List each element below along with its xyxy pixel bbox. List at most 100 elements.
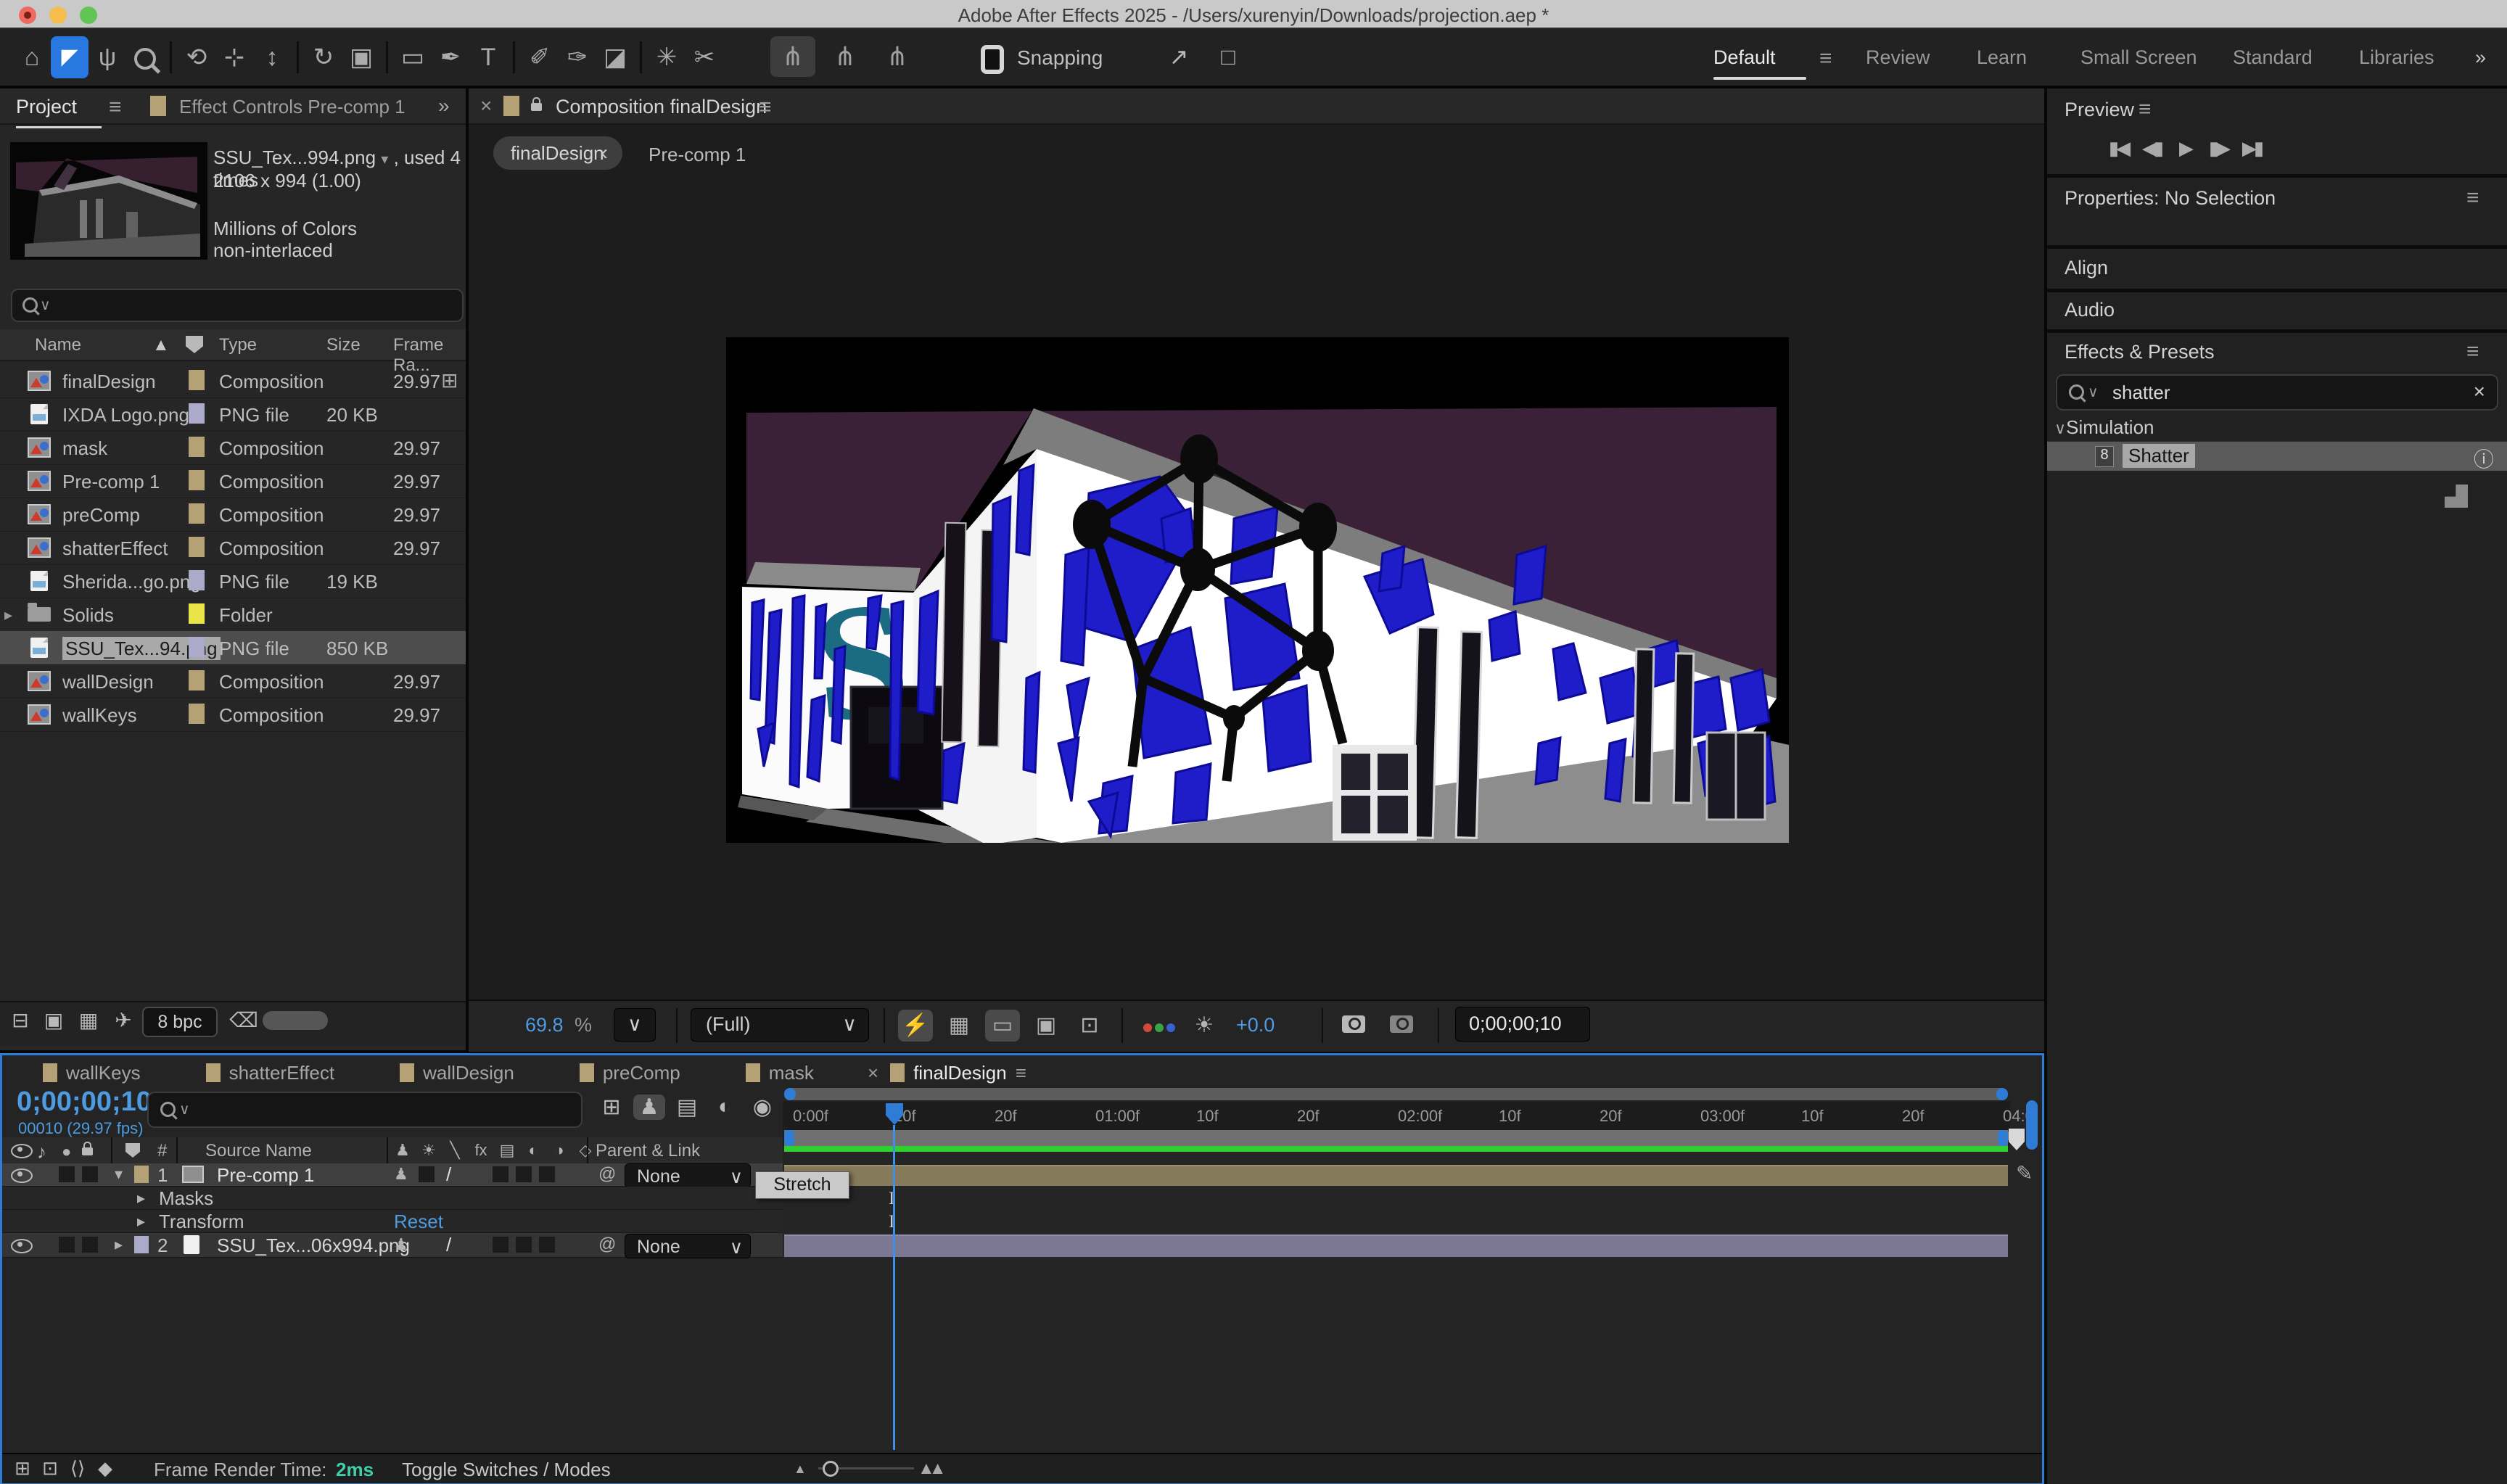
layer-row-2[interactable]: ▸ 2 SSU_Tex...06x994.png ♟ / @ None∨ [2,1233,783,1258]
motion-blur-icon[interactable]: ◐ [709,1095,741,1119]
toolbar-tool[interactable]: ✒ [432,36,469,78]
column-source-name[interactable]: Source Name [205,1141,312,1161]
layer-bar-1[interactable] [784,1165,2008,1186]
workspace-tab-review[interactable]: Review [1866,46,1930,69]
layer-source-name[interactable]: Pre-comp 1 [217,1164,314,1187]
toolbar-tool[interactable]: ⊹ [215,36,253,78]
transform-group-row[interactable]: ▸ Transform Reset [2,1210,783,1233]
adjust-render-icon[interactable]: ✈ [109,1008,138,1032]
timeline-tab[interactable]: wallDesign [388,1058,523,1087]
preview-panel-title[interactable]: Preview [2065,99,2134,121]
workspace-tab-libraries[interactable]: Libraries [2359,46,2434,69]
zoom-out-mountain-icon[interactable]: ▲ [794,1462,807,1477]
toolbar-tool[interactable]: ↕ [253,36,291,78]
effect-row-shatter[interactable]: 8 Shatter ⓘ [2047,441,2507,471]
target-region-icon[interactable]: ▣ [1029,1010,1063,1042]
timeline-tab[interactable]: wallKeys [31,1058,149,1087]
project-row[interactable]: SSU_Tex...94.png PNG file 850 KB [0,631,466,665]
vertical-scrollbar-thumb[interactable] [2026,1100,2038,1150]
lock-icon[interactable] [531,103,542,111]
label-tag[interactable] [189,370,205,390]
transport-button[interactable]: ▮◀ [2104,133,2133,162]
label-column-icon[interactable] [125,1143,140,1158]
draft-3d-icon[interactable]: ♟ [633,1095,665,1120]
fast-previews-icon[interactable]: ⚡ [898,1010,933,1042]
expand-layer-icon[interactable]: ▾ [115,1165,123,1184]
switch-column-icon[interactable]: ☀ [420,1141,437,1160]
toolbar-tool[interactable]: ψ [88,36,126,78]
label-tag[interactable] [189,470,205,490]
clear-search-icon[interactable]: × [2474,380,2485,403]
transport-button[interactable]: ◀▮ [2137,133,2166,162]
work-area-end-marker[interactable] [2009,1129,2025,1150]
file-name[interactable]: IXDA Logo.png [62,404,186,426]
panel-collapse-chevron[interactable]: » [438,94,450,118]
axis-mode-button[interactable]: ⋔ [823,36,868,77]
new-folder-icon[interactable]: ▣ [39,1008,68,1032]
graph-editor-icon[interactable]: ◉ [746,1095,778,1120]
project-row[interactable]: finalDesign Composition 29.97 ⊞ [0,364,466,398]
eye-icon[interactable] [11,1144,33,1158]
expand-group-icon[interactable]: ▸ [137,1212,145,1231]
file-name[interactable]: shatterEffect [62,537,186,560]
exposure-icon[interactable]: ☀ [1187,1010,1222,1042]
breadcrumb-current[interactable]: finalDesign ‹ [493,136,622,170]
mask-visibility-icon[interactable]: ▭ [985,1010,1020,1042]
effects-panel-menu-icon[interactable]: ≡ [2466,339,2479,364]
frame-blending-icon[interactable]: ▤ [671,1095,703,1120]
shy-switch[interactable]: ♟ [394,1235,408,1254]
layer-color-swatch[interactable] [134,1166,149,1183]
layer-source-name[interactable]: SSU_Tex...06x994.png [217,1234,410,1257]
toolbar-tool[interactable]: ▣ [342,36,380,78]
exposure-value[interactable]: +0.0 [1236,1014,1275,1036]
magnification-value[interactable]: 69.8 [525,1014,564,1036]
parent-pickwhip-icon[interactable]: @ [598,1234,616,1255]
breadcrumb-parent[interactable]: Pre-comp 1 [649,144,746,166]
channels-icon[interactable] [1142,1010,1177,1042]
expand-layer-switches-icon[interactable]: ⊞ [9,1457,36,1480]
switch-column-icon[interactable]: ◐ [524,1141,542,1160]
tab-effect-controls[interactable]: Effect Controls Pre-comp 1 [179,96,406,118]
timeline-tab[interactable]: mask [734,1058,823,1087]
bit-depth-button[interactable]: 8 bpc [142,1007,218,1037]
transport-button[interactable]: ▮▶ [2204,133,2233,162]
file-name[interactable]: SSU_Tex...94.png [62,638,186,660]
effects-search-input[interactable]: ∨ shatter × [2056,374,2498,411]
switch-column-icon[interactable]: ♟ [394,1141,411,1160]
file-name[interactable]: preComp [62,504,186,527]
transform-reset-link[interactable]: Reset [394,1211,443,1233]
project-row[interactable]: ▸ Solids Folder [0,598,466,632]
label-tag[interactable] [189,570,205,590]
toolbar-tool[interactable] [386,41,388,73]
label-tag[interactable] [189,670,205,691]
toolbar-tool[interactable]: ◪ [596,36,634,78]
parent-dropdown[interactable]: None∨ [625,1163,751,1188]
timeline-tab[interactable]: preComp [568,1058,689,1087]
toolbar-tool[interactable] [513,41,515,73]
file-name[interactable]: Sherida...go.png [62,571,186,593]
edit-pen-icon[interactable]: ✎ [2016,1161,2033,1185]
close-tab-icon[interactable]: × [868,1062,878,1084]
switch-column-icon[interactable]: ◇ [577,1141,594,1160]
audio-panel-title[interactable]: Audio [2065,299,2115,321]
snapping-checkbox[interactable] [981,45,1004,74]
new-composition-icon[interactable]: ▦ [74,1008,103,1032]
axis-mode-button[interactable]: ⋔ [875,36,920,77]
snapshot-camera-icon[interactable] [1342,1015,1365,1033]
resolution-dropdown[interactable]: (Full) ∨ [691,1008,869,1042]
panel-corner-icon[interactable] [2445,485,2468,508]
label-tag[interactable] [189,403,205,424]
render-time-pane-icon[interactable]: ◆ [92,1457,118,1480]
workspace-tab-learn[interactable]: Learn [1977,46,2027,69]
workspace-menu-icon[interactable]: ≡ [1819,46,1832,71]
layer-bar-2[interactable] [784,1234,2008,1257]
label-tag[interactable] [189,537,205,557]
workspace-tab-standard[interactable]: Standard [2233,46,2313,69]
transform-group-label[interactable]: Transform [159,1211,244,1233]
track-area[interactable] [783,1152,2008,1449]
project-panel-menu-icon[interactable]: ≡ [109,95,122,120]
properties-panel-menu-icon[interactable]: ≡ [2466,186,2479,210]
axis-mode-button[interactable]: ⋔ [770,36,815,77]
timeline-tab[interactable]: shatterEffect [194,1058,344,1087]
toolbar-tool[interactable]: ▭ [394,36,432,78]
